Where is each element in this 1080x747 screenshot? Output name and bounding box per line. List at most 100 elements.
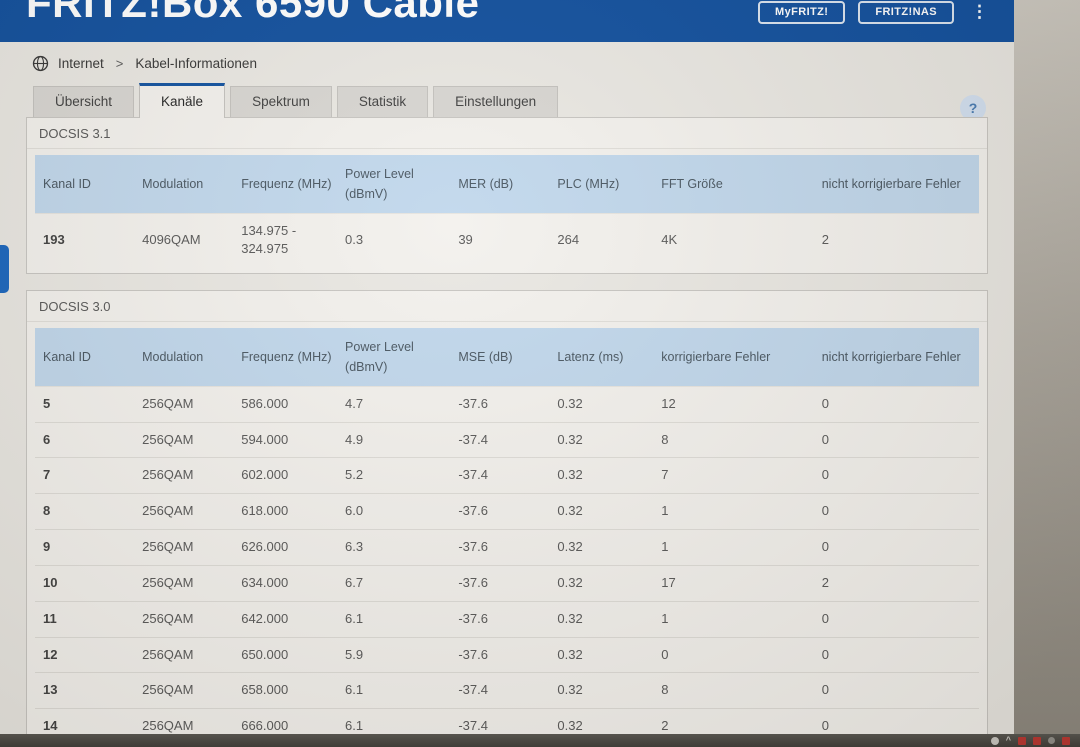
table-cell: 4096QAM	[134, 212, 234, 268]
table-cell: -37.6	[450, 600, 550, 638]
table-cell: 0.32	[549, 564, 654, 602]
table-cell: 2	[813, 564, 979, 602]
table-cell: 0	[813, 672, 979, 709]
column-header: MSE (dB)	[450, 328, 550, 387]
table-cell: 642.000	[233, 600, 338, 638]
table-cell: 0.32	[549, 421, 654, 458]
myfritz-button[interactable]: MyFRITZ!	[758, 1, 846, 24]
docsis31-table-body: 193 4096QAM 134.975 - 324.975 0.3 39 264 4K 2	[35, 212, 979, 268]
app-header: FRITZ!Box 6590 Cable MyFRITZ! FRITZ!NAS …	[0, 0, 1014, 42]
table-cell: -37.6	[450, 564, 550, 602]
table-cell: 256QAM	[134, 457, 234, 494]
column-header: Frequenz (MHz)	[233, 328, 338, 387]
table-cell: 594.000	[233, 421, 338, 458]
table-cell: 134.975 - 324.975	[233, 212, 338, 268]
table-cell: 0	[813, 636, 979, 673]
fritznas-button[interactable]: FRITZ!NAS	[858, 1, 954, 24]
breadcrumb-current: Kabel-Informationen	[135, 56, 257, 71]
table-cell: 0.32	[549, 529, 654, 566]
table-row: 10 256QAM 634.000 6.7 -37.6 0.32 17 2	[35, 564, 979, 602]
table-cell: 7	[653, 457, 814, 494]
docsis31-table-wrap: Kanal ID Modulation Frequenz (MHz) Power Le…	[27, 149, 987, 273]
tab-bar: Übersicht Kanäle Spektrum Statistik Eins…	[26, 83, 988, 118]
tab-einstellungen[interactable]: Einstellungen	[433, 86, 559, 117]
table-cell: 256QAM	[134, 529, 234, 566]
table-cell: 0.32	[549, 600, 654, 638]
column-header: Power Level (dBmV)	[337, 328, 451, 387]
table-cell: 634.000	[233, 564, 338, 602]
table-cell: 256QAM	[134, 600, 234, 638]
breadcrumb-root[interactable]: Internet	[58, 56, 104, 71]
table-cell: 7	[35, 457, 135, 494]
tray-circle-icon[interactable]	[990, 736, 999, 745]
kebab-menu-icon[interactable]: ⋮	[971, 1, 988, 23]
tab-kanaele[interactable]: Kanäle	[139, 83, 226, 118]
column-header: Latenz (ms)	[549, 328, 654, 387]
table-cell: 6.1	[337, 672, 451, 709]
table-cell: 256QAM	[134, 672, 234, 709]
docsis30-table-wrap: Kanal ID Modulation Frequenz (MHz) Power Le…	[27, 322, 987, 747]
browser-viewport: FRITZ!Box 6590 Cable MyFRITZ! FRITZ!NAS …	[0, 0, 1014, 747]
tab-statistik[interactable]: Statistik	[336, 86, 429, 117]
section-label-docsis31: DOCSIS 3.1	[27, 118, 987, 149]
table-cell: -37.6	[450, 636, 550, 673]
table-cell: 13	[35, 672, 135, 709]
column-header: MER (dB)	[450, 155, 550, 213]
table-cell: 8	[653, 672, 814, 709]
column-header: nicht korrigierbare Fehler	[813, 155, 979, 213]
column-header: nicht korrigierbare Fehler	[813, 328, 979, 387]
table-cell: 0	[653, 636, 814, 673]
column-header: Modulation	[134, 328, 234, 387]
app-red-icon[interactable]	[1062, 736, 1070, 745]
table-cell: 6	[35, 421, 135, 458]
table-cell: 256QAM	[134, 421, 234, 458]
column-header: korrigierbare Fehler	[653, 328, 814, 387]
table-cell: 0.32	[549, 457, 654, 494]
table-cell: 586.000	[233, 385, 338, 423]
tab-uebersicht[interactable]: Übersicht	[33, 86, 135, 117]
section-label-docsis30: DOCSIS 3.0	[27, 291, 987, 323]
table-cell: 5.9	[337, 636, 451, 673]
table-row: 11 256QAM 642.000 6.1 -37.6 0.32 1 0	[35, 600, 979, 638]
chevron-up-icon[interactable]: ^	[1006, 736, 1011, 745]
page-content: Internet > Kabel-Informationen ? Übersic…	[0, 42, 1014, 747]
table-cell: 256QAM	[134, 385, 234, 423]
table-cell: 0.32	[549, 385, 654, 423]
table-cell: 256QAM	[134, 636, 234, 673]
table-cell: 5.2	[337, 457, 451, 494]
left-edge-tab[interactable]	[0, 245, 9, 293]
tray-dot-icon[interactable]	[1048, 737, 1055, 744]
table-cell: 0	[813, 457, 979, 494]
tab-spektrum[interactable]: Spektrum	[230, 86, 332, 117]
table-row: 193 4096QAM 134.975 - 324.975 0.3 39 264 4K 2	[35, 212, 979, 268]
table-cell: 0.3	[337, 212, 451, 268]
header-actions: MyFRITZ! FRITZ!NAS ⋮	[758, 1, 988, 24]
table-cell: 11	[35, 600, 135, 638]
table-cell: -37.4	[450, 421, 550, 458]
table-cell: 256QAM	[134, 493, 234, 530]
table-cell: 5	[35, 385, 135, 423]
table-cell: 0.32	[549, 672, 654, 709]
docsis30-table: Kanal ID Modulation Frequenz (MHz) Power Le…	[35, 328, 979, 747]
column-header: Modulation	[134, 155, 234, 213]
column-header: Kanal ID	[35, 155, 135, 213]
taskbar: ^	[0, 734, 1080, 747]
table-cell: 8	[653, 421, 814, 458]
table-cell: 6.0	[337, 493, 451, 530]
table-cell: 6.7	[337, 564, 451, 602]
table-cell: 8	[35, 493, 135, 530]
docsis31-table: Kanal ID Modulation Frequenz (MHz) Power Le…	[35, 155, 979, 268]
column-header: FFT Größe	[653, 155, 814, 213]
table-cell: 0	[813, 421, 979, 458]
table-cell: 256QAM	[134, 564, 234, 602]
table-row: 12 256QAM 650.000 5.9 -37.6 0.32 0 0	[35, 636, 979, 673]
table-cell: 4K	[653, 212, 814, 268]
table-cell: 1	[653, 493, 814, 530]
table-cell: 4.7	[337, 385, 451, 423]
docsis31-panel: DOCSIS 3.1 Kanal ID Modulation Frequenz (M…	[26, 117, 988, 275]
app-red-icon[interactable]	[1033, 736, 1041, 745]
column-header: Power Level (dBmV)	[337, 155, 451, 213]
app-red-icon[interactable]	[1018, 736, 1026, 745]
desk-background	[1014, 0, 1080, 747]
table-cell: 618.000	[233, 493, 338, 530]
